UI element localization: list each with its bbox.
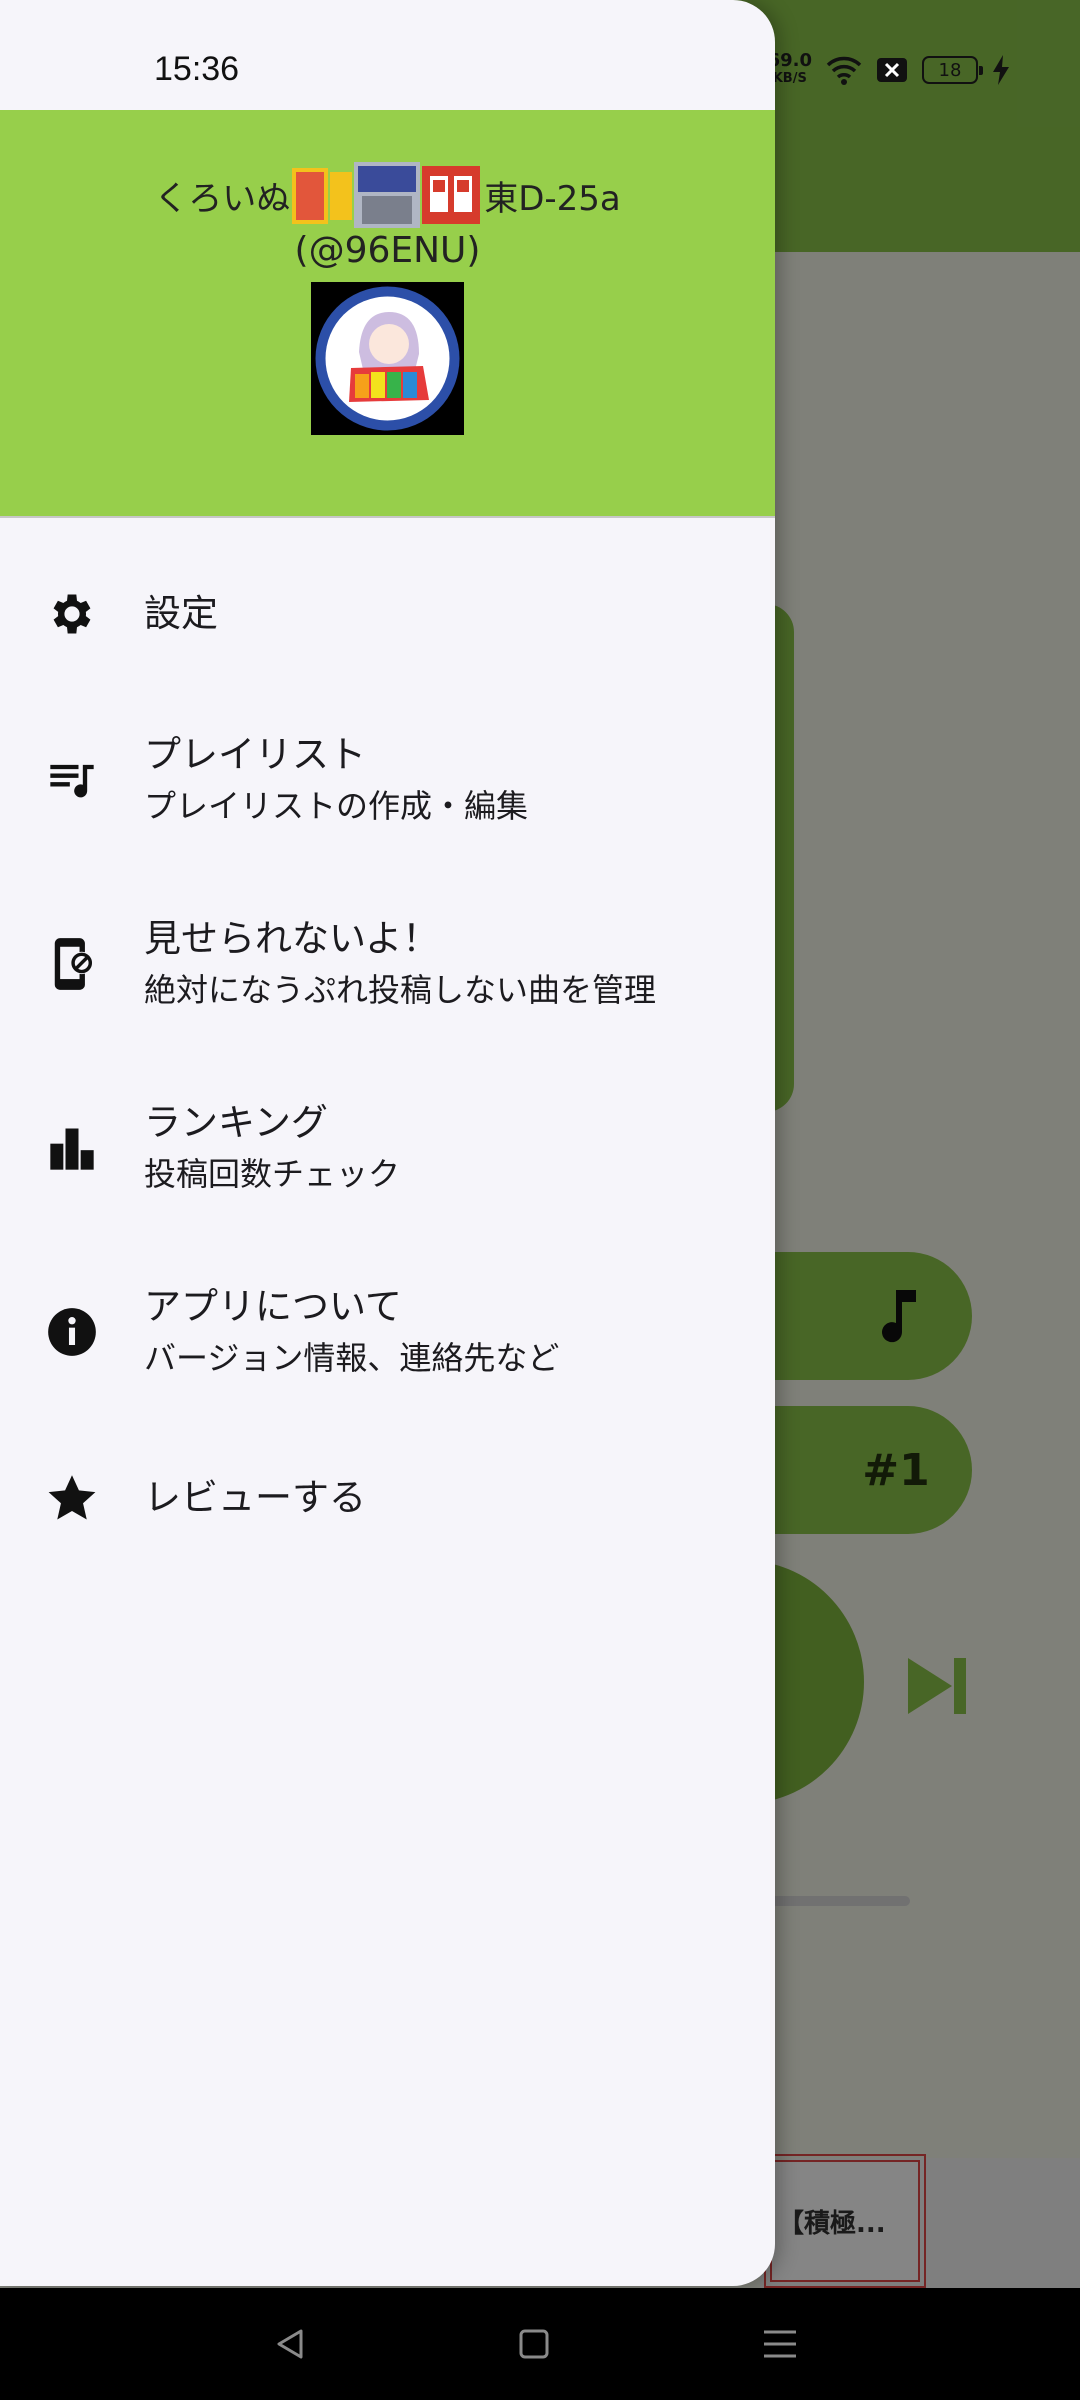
menu-item-title: レビューする [144, 1476, 366, 1519]
system-nav-bar [0, 2288, 1080, 2400]
circle-name-suffix: 東D-25a [484, 178, 621, 219]
menu-item-title: 見せられないよ！ [144, 917, 440, 960]
circle-name-prefix: くろいぬ [154, 178, 291, 219]
menu-item-about[interactable]: アプリについて バージョン情報、連絡先など [0, 1240, 775, 1424]
playlist-icon [44, 752, 100, 808]
star-icon [44, 1470, 100, 1526]
menu-item-playlist[interactable]: プレイリスト プレイリストの作成・編集 [0, 688, 775, 872]
menu-item-subtitle: 投稿回数チェック [144, 1155, 401, 1193]
drawer-header: くろいぬ 東D-25a (@96ENU) [0, 110, 775, 518]
bar-chart-icon [44, 1120, 100, 1176]
user-handle: (@96ENU) [294, 230, 481, 271]
back-icon[interactable] [262, 2316, 318, 2372]
wifi-icon [826, 56, 862, 85]
home-icon[interactable] [506, 2316, 562, 2372]
menu-item-ranking[interactable]: ランキング 投稿回数チェック [0, 1056, 775, 1240]
comiket-banner-image [292, 162, 482, 228]
menu-item-title: ランキング [144, 1101, 328, 1144]
menu-item-hidden-songs[interactable]: 見せられないよ！ 絶対になうぷれ投稿しない曲を管理 [0, 872, 775, 1056]
avatar[interactable] [311, 282, 464, 435]
navigation-drawer: 15:36 くろいぬ 東D-25a (@96ENU) 設定 プレイリスト プレイ… [0, 0, 775, 2286]
recents-menu-icon[interactable] [752, 2316, 808, 2372]
drawer-menu: 設定 プレイリスト プレイリストの作成・編集 見せられないよ！ 絶対になうぷれ投… [0, 540, 775, 1572]
menu-item-subtitle: 絶対になうぷれ投稿しない曲を管理 [144, 971, 657, 1009]
menu-item-subtitle: プレイリストの作成・編集 [144, 787, 529, 825]
menu-item-review[interactable]: レビューする [0, 1424, 775, 1572]
gear-icon [44, 586, 100, 642]
phone-block-icon [44, 936, 100, 992]
battery-icon: 18 [922, 56, 983, 84]
info-icon [44, 1304, 100, 1360]
charging-icon [993, 55, 1009, 85]
menu-item-title: 設定 [144, 592, 218, 635]
circle-name: くろいぬ 東D-25a [0, 162, 775, 228]
menu-item-title: プレイリスト [144, 733, 366, 776]
status-time: 15:36 [154, 50, 240, 88]
menu-item-subtitle: バージョン情報、連絡先など [144, 1339, 560, 1377]
menu-item-settings[interactable]: 設定 [0, 540, 775, 688]
menu-item-title: アプリについて [144, 1285, 402, 1328]
status-bar: 15:36 [0, 0, 775, 110]
sim-off-icon [877, 58, 907, 82]
